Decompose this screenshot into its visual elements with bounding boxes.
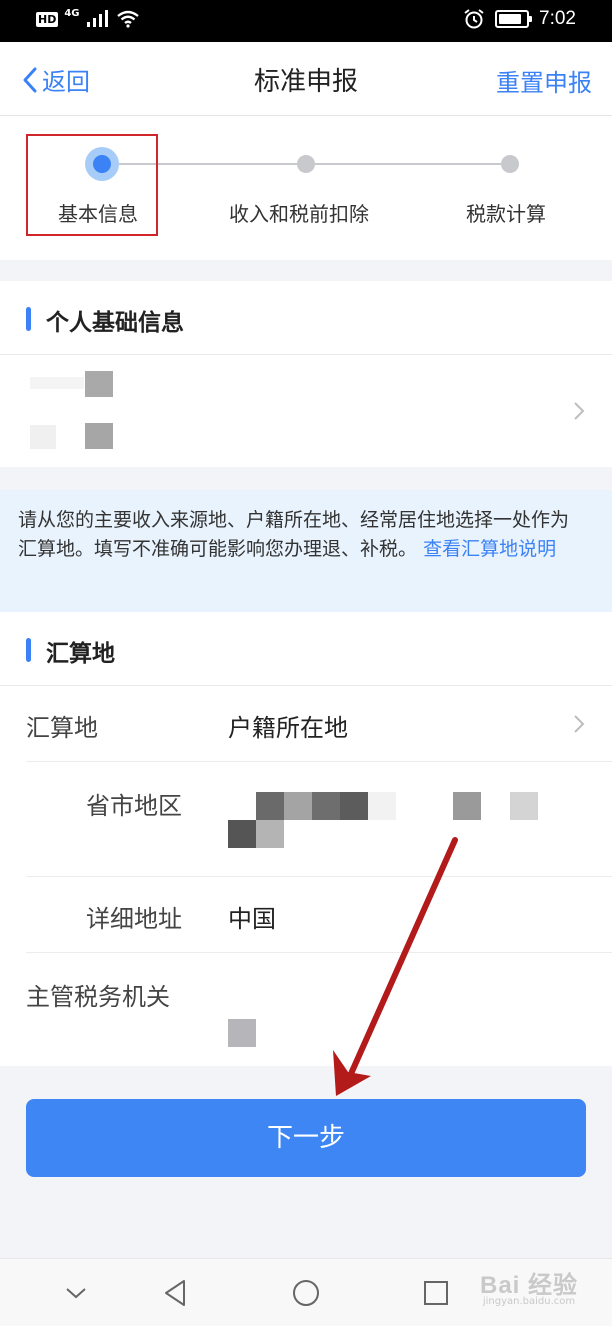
redacted-region xyxy=(256,792,286,820)
section-accent-bar xyxy=(26,638,31,662)
status-left: HD 4G xyxy=(36,7,140,28)
settlement-notice: 请从您的主要收入来源地、户籍所在地、经常居住地选择一处作为汇算地。填写不准确可能… xyxy=(0,490,612,612)
view-settlement-explanation-link[interactable]: 查看汇算地说明 xyxy=(423,538,556,560)
tax-office-label: 主管税务机关 xyxy=(26,983,170,1011)
nav-bar: 返回 标准申报 重置申报 xyxy=(0,42,612,116)
redacted-region xyxy=(340,792,368,820)
address-label: 详细地址 xyxy=(86,905,182,933)
address-value: 中国 xyxy=(228,905,276,933)
sys-collapse-button[interactable] xyxy=(56,1273,96,1313)
progress-stepper: 基本信息 收入和税前扣除 税款计算 xyxy=(0,116,612,260)
region-row[interactable]: 省市地区 xyxy=(26,762,612,877)
redacted-region xyxy=(256,820,284,848)
circle-home-icon xyxy=(293,1280,319,1306)
redacted-region xyxy=(284,792,312,820)
settlement-header: 汇算地 xyxy=(0,612,612,686)
watermark-main: Bai 经验 xyxy=(479,1272,578,1299)
watermark: Bai 经验 jingyan.baidu.com xyxy=(480,1265,578,1307)
status-right: 7:02 xyxy=(463,8,576,30)
personal-info-row[interactable] xyxy=(0,355,612,467)
sys-recent-button[interactable] xyxy=(416,1273,456,1313)
step-connector xyxy=(314,163,502,165)
address-row[interactable]: 详细地址 中国 xyxy=(26,877,612,953)
alarm-icon xyxy=(464,9,484,29)
reset-declaration-button[interactable]: 重置申报 xyxy=(496,63,592,98)
redacted-region xyxy=(228,820,256,848)
system-nav-bar: Bai 经验 jingyan.baidu.com xyxy=(0,1258,612,1326)
section-accent-bar xyxy=(26,307,31,331)
redacted-region xyxy=(510,792,538,820)
tax-office-row[interactable]: 主管税务机关 xyxy=(26,953,612,1066)
status-bar: HD 4G 7:02 xyxy=(0,0,612,42)
settlement-place-value: 户籍所在地 xyxy=(228,714,348,742)
settlement-place-row[interactable]: 汇算地 户籍所在地 xyxy=(26,686,612,762)
personal-info-title: 个人基础信息 xyxy=(46,310,184,336)
step-dot-income xyxy=(297,155,315,173)
hd-badge: HD xyxy=(36,11,59,27)
clock: 7:02 xyxy=(539,8,576,29)
next-step-button[interactable]: 下一步 xyxy=(26,1099,586,1177)
signal-icon xyxy=(86,10,108,27)
redacted-name xyxy=(85,371,113,397)
triangle-back-icon xyxy=(165,1280,185,1306)
settlement-form: 汇算地 户籍所在地 省市地区 详细地址 中国 主管税务机关 xyxy=(0,686,612,1066)
redacted-id xyxy=(85,423,113,449)
battery-icon xyxy=(495,10,533,28)
step-label-income[interactable]: 收入和税前扣除 xyxy=(229,198,369,227)
chevron-right-icon xyxy=(574,402,585,420)
sys-home-button[interactable] xyxy=(286,1273,326,1313)
redacted-region xyxy=(312,792,340,820)
square-recent-icon xyxy=(424,1281,448,1305)
settlement-title: 汇算地 xyxy=(46,641,115,667)
redacted-name xyxy=(30,377,84,389)
sys-back-button[interactable] xyxy=(155,1273,195,1313)
annotation-highlight-box xyxy=(26,134,158,236)
personal-info-header: 个人基础信息 xyxy=(0,281,612,355)
redacted-id xyxy=(30,425,56,449)
step-dot-tax-calc xyxy=(501,155,519,173)
redacted-region xyxy=(453,792,481,820)
network-type: 4G xyxy=(64,7,80,19)
chevron-down-icon xyxy=(66,1288,86,1299)
step-label-tax-calc[interactable]: 税款计算 xyxy=(466,198,546,227)
wifi-icon xyxy=(116,10,139,28)
redacted-tax-office xyxy=(228,1019,256,1047)
settlement-place-label: 汇算地 xyxy=(26,714,98,742)
redacted-region xyxy=(368,792,396,820)
watermark-sub: jingyan.baidu.com xyxy=(482,1296,576,1307)
battery-level xyxy=(499,14,522,24)
chevron-right-icon xyxy=(574,715,585,733)
region-label: 省市地区 xyxy=(86,792,182,820)
